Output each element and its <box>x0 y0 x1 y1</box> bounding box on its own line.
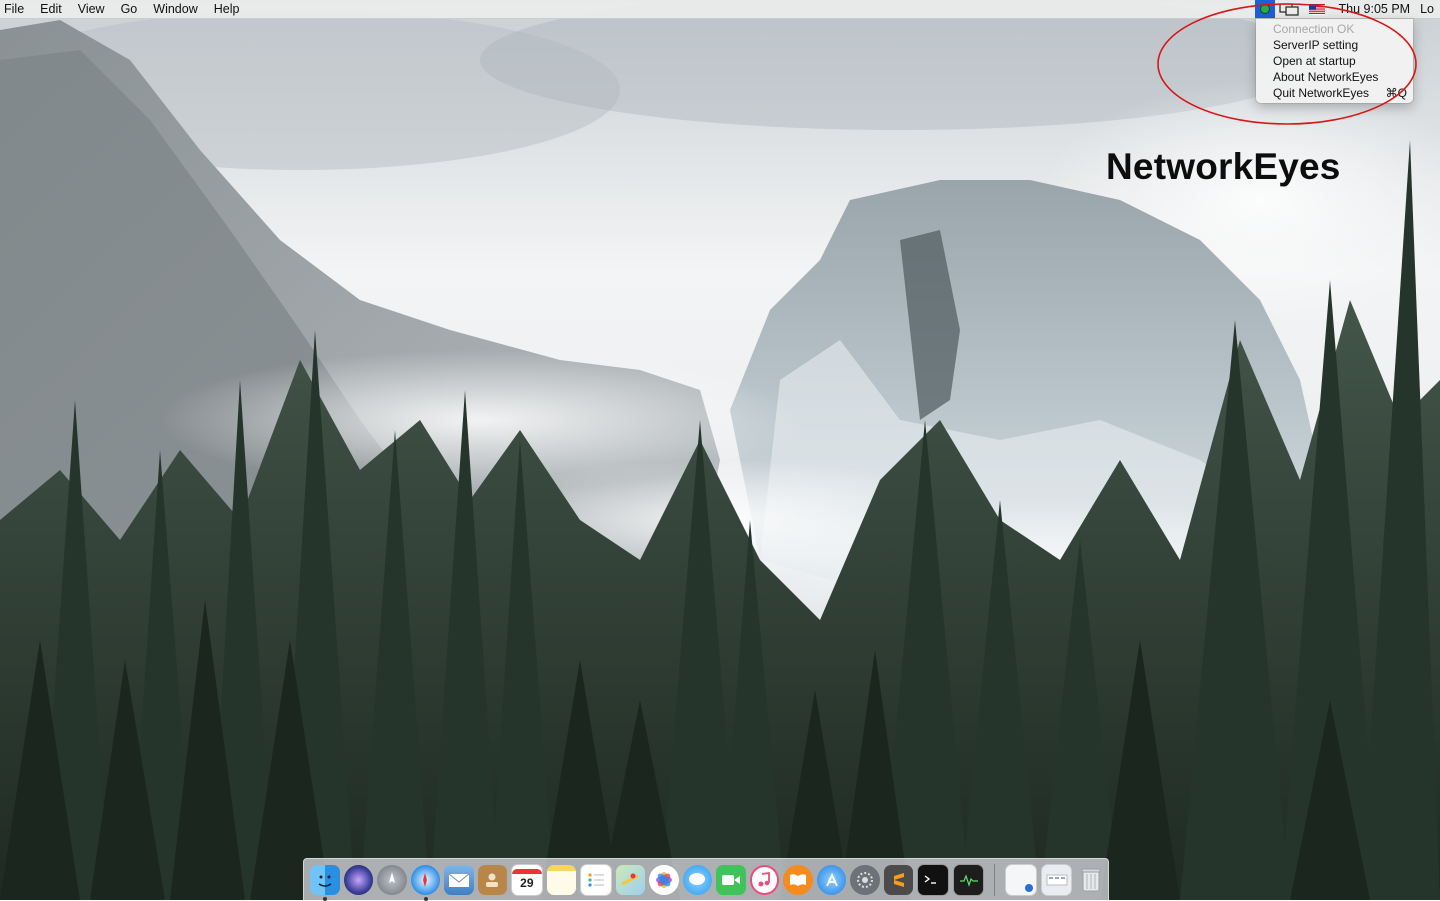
dock-separator <box>994 863 996 896</box>
photos-icon[interactable] <box>649 864 679 895</box>
itunes-icon[interactable] <box>749 864 780 895</box>
networkeyes-status-menu: Connection OK ServerIP setting Open at s… <box>1256 19 1413 103</box>
networkeyes-status-icon[interactable] <box>1254 0 1275 18</box>
dock: 29 <box>303 858 1109 901</box>
trash-icon[interactable] <box>1076 865 1106 895</box>
menu-bar-clock[interactable]: Thu 9:05 PM <box>1331 2 1421 16</box>
menu-item-about[interactable]: About NetworkEyes <box>1256 69 1413 85</box>
menu-item-serverip-setting[interactable]: ServerIP setting <box>1256 37 1413 53</box>
app-store-icon[interactable] <box>816 864 847 895</box>
safari-icon[interactable] <box>410 864 441 901</box>
documents-stack-icon[interactable] <box>1040 863 1073 896</box>
menu-go[interactable]: Go <box>113 0 146 18</box>
calendar-icon[interactable]: 29 <box>511 863 543 896</box>
menu-edit[interactable]: Edit <box>32 0 70 18</box>
mail-icon[interactable] <box>444 864 474 895</box>
menu-item-quit[interactable]: Quit NetworkEyes ⌘Q <box>1256 85 1413 101</box>
menu-file[interactable]: File <box>0 0 32 18</box>
overlay-title: NetworkEyes <box>1106 146 1341 187</box>
maps-icon[interactable] <box>615 864 646 895</box>
launchpad-icon[interactable] <box>377 864 407 895</box>
menu-bar: File Edit View Go Window Help Thu 9:05 P… <box>0 0 1440 19</box>
contacts-icon[interactable] <box>477 864 508 895</box>
menu-window[interactable]: Window <box>145 0 205 18</box>
sublime-text-icon[interactable] <box>883 864 914 895</box>
menu-item-open-at-startup[interactable]: Open at startup <box>1256 53 1413 69</box>
system-preferences-icon[interactable] <box>850 864 880 895</box>
notes-icon[interactable] <box>546 864 577 895</box>
menu-item-connection-status: Connection OK <box>1273 22 1355 36</box>
calendar-header-icon <box>512 869 542 874</box>
menu-bar-status-area: Thu 9:05 PM Lo <box>1254 0 1440 18</box>
us-flag-input-icon[interactable] <box>1303 0 1331 18</box>
finder-icon[interactable] <box>310 864 340 901</box>
downloads-stack-icon[interactable] <box>1005 863 1037 896</box>
desktop-wallpaper <box>0 0 1440 900</box>
menu-help[interactable]: Help <box>206 0 248 18</box>
ibooks-icon[interactable] <box>783 864 813 895</box>
terminal-icon[interactable] <box>917 863 949 896</box>
menu-bar-user[interactable]: Lo <box>1420 2 1440 16</box>
activity-monitor-icon[interactable] <box>952 863 985 896</box>
display-mirror-icon[interactable] <box>1275 0 1303 18</box>
menu-item-quit-shortcut: ⌘Q <box>1385 86 1407 100</box>
menu-item-quit-label: Quit NetworkEyes <box>1273 86 1370 100</box>
facetime-icon[interactable] <box>716 864 746 895</box>
calendar-date: 29 <box>520 876 534 890</box>
siri-icon[interactable] <box>343 864 374 895</box>
messages-icon[interactable] <box>682 864 713 895</box>
status-ok-indicator-icon <box>1259 4 1270 14</box>
reminders-icon[interactable] <box>580 863 612 896</box>
menu-view[interactable]: View <box>70 0 113 18</box>
